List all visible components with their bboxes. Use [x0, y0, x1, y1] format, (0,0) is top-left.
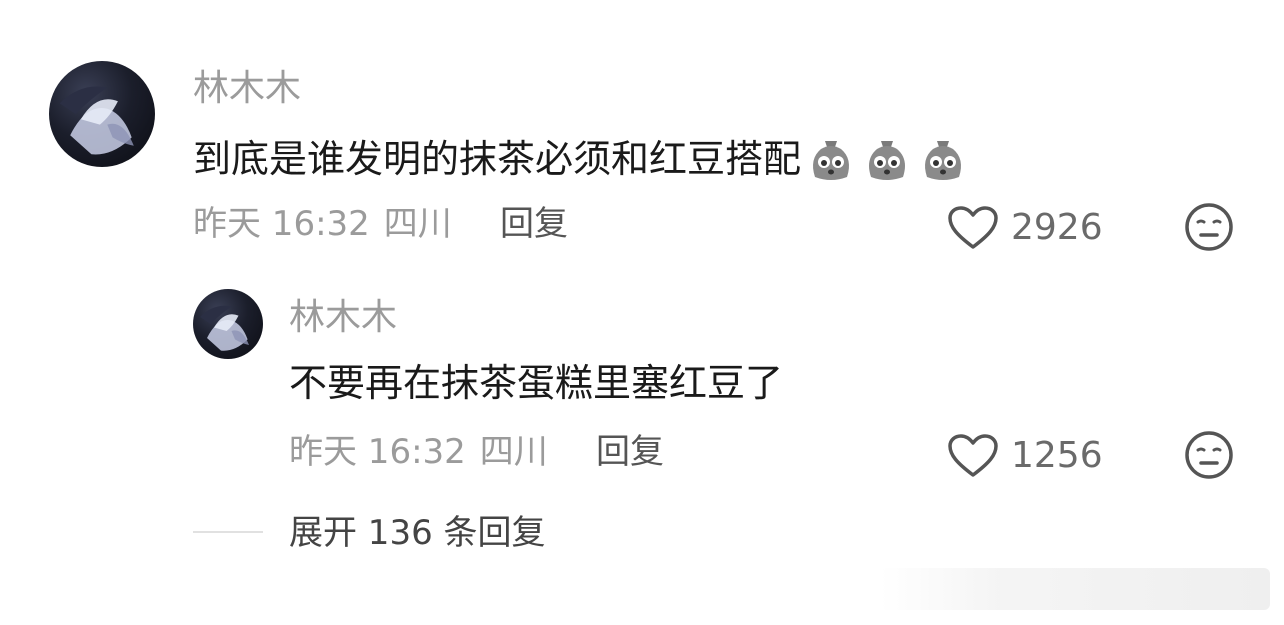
comment-time: 昨天 16:32 — [193, 204, 370, 244]
comment-reply-button[interactable]: 回复 — [500, 204, 568, 244]
heart-outline-icon — [948, 434, 998, 477]
comment-meta: 昨天 16:32 四川 — [193, 204, 452, 244]
crying-bag-emoji — [917, 133, 969, 185]
comment-like-button[interactable]: 2926 — [947, 205, 1103, 251]
avatar-image — [59, 86, 134, 155]
watermark-overlay — [880, 568, 1270, 610]
reply-like-count: 1256 — [1011, 435, 1103, 476]
neutral-face-icon — [1185, 203, 1233, 251]
reply-time: 昨天 16:32 — [289, 432, 466, 472]
reply-dislike-button[interactable] — [1184, 430, 1234, 480]
reply-meta: 昨天 16:32 四川 — [289, 432, 548, 472]
neutral-face-icon — [1185, 431, 1233, 479]
crying-bag-emoji — [861, 133, 913, 185]
expand-replies-button[interactable]: 展开 136 条回复 — [289, 513, 546, 553]
avatar-image — [200, 305, 249, 351]
reply-location: 四川 — [479, 432, 548, 472]
reply-username[interactable]: 林木木 — [289, 298, 397, 338]
reply-reply-button[interactable]: 回复 — [596, 432, 664, 472]
crying-bag-emoji — [805, 133, 857, 185]
comment-like-count: 2926 — [1011, 207, 1103, 248]
expand-divider — [193, 531, 263, 533]
comment-text: 到底是谁发明的抹茶必须和红豆搭配 — [193, 133, 969, 185]
comment-dislike-button[interactable] — [1184, 202, 1234, 252]
avatar[interactable] — [49, 61, 155, 167]
comment-text-body: 到底是谁发明的抹茶必须和红豆搭配 — [193, 137, 802, 181]
reply-text: 不要再在抹茶蛋糕里塞红豆了 — [289, 361, 784, 405]
reply-avatar[interactable] — [193, 289, 263, 359]
comment-username[interactable]: 林木木 — [193, 69, 301, 109]
comment-location: 四川 — [383, 204, 452, 244]
reply-like-button[interactable]: 1256 — [947, 433, 1103, 479]
heart-outline-icon — [948, 206, 998, 249]
